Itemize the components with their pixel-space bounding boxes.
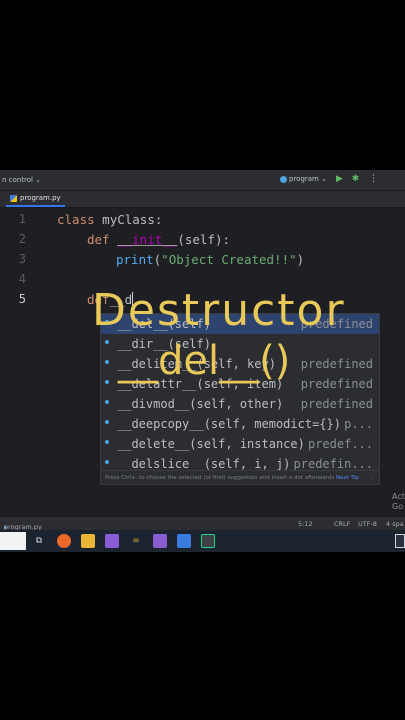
suggestion-item[interactable]: __delitem__(self, key) predefined [101, 354, 379, 374]
visual-studio-2-icon[interactable] [153, 534, 167, 548]
suggestion-type: p... [344, 417, 373, 431]
code-line-5[interactable]: def__d [87, 292, 134, 307]
suggestion-name: __delete__(self, instance) [117, 437, 305, 451]
suggestion-name: __delattr__(self, item) [117, 377, 284, 391]
method-icon [105, 320, 109, 324]
suggestion-item[interactable]: __delete__(self, instance) predef... [101, 434, 379, 454]
code-line-3[interactable]: print("Object Created!!") [116, 252, 304, 267]
method-icon [105, 460, 109, 464]
method-icon [105, 380, 109, 384]
method-icon [105, 400, 109, 404]
pycharm-icon[interactable] [201, 534, 215, 548]
suggestion-type: predefined [300, 357, 373, 371]
status-bar: ▸ program.py 5:12 CRLF UTF-8 4 spa [0, 516, 405, 531]
run-config-selector[interactable]: program ⌄ [280, 175, 327, 183]
keyword: def [87, 232, 110, 247]
suggestion-item[interactable]: __delattr__(self, item) predefined [101, 374, 379, 394]
line-number: 2 [18, 232, 26, 246]
python-file-icon [10, 194, 17, 202]
suggestion-item[interactable]: __deepcopy__(self, memodict={}) p... [101, 414, 379, 434]
run-config-label: program ⌄ [289, 175, 327, 183]
suggestion-name: __del__(self) [117, 317, 211, 331]
line-separator[interactable]: CRLF [334, 520, 350, 528]
windows-activation-watermark: Act Go t [392, 492, 405, 512]
watermark-line: Go t [392, 502, 405, 511]
code-text: __d [109, 292, 133, 307]
code-text: (self): [177, 232, 231, 247]
keyword: def [87, 292, 110, 307]
code-line-2[interactable]: def __init__(self): [87, 232, 230, 247]
suggestion-name: __divmod__(self, other) [117, 397, 284, 411]
file-encoding[interactable]: UTF-8 [358, 520, 377, 528]
suggestion-name: __deepcopy__(self, memodict={}) [117, 417, 341, 431]
text-caret [132, 292, 134, 306]
method-icon [105, 360, 109, 364]
teams-icon[interactable] [177, 534, 191, 548]
firefox-icon[interactable] [57, 534, 71, 548]
watermark-line: Act [392, 492, 405, 501]
indent-setting[interactable]: 4 spa [386, 520, 404, 528]
string-literal: "Object Created!!" [161, 252, 297, 267]
debug-icon[interactable]: ✱ [350, 174, 361, 185]
code-text: myClass: [94, 212, 163, 227]
run-icon[interactable]: ▶ [334, 174, 345, 185]
line-number-current: 5 [18, 292, 26, 306]
line-number: 3 [18, 252, 26, 266]
python-config-icon [280, 175, 287, 183]
notification-area[interactable] [395, 534, 405, 548]
code-line-1[interactable]: class myClass: [57, 212, 162, 227]
ide-window: n control ⌄ program ⌄ ▶ ✱ ⋮ program.py 1… [0, 170, 405, 552]
suggestion-item-selected[interactable]: __del__(self) predefined [101, 314, 379, 334]
suggestion-name: __delitem__(self, key) [117, 357, 276, 371]
method-icon [105, 340, 109, 344]
editor-tabs: program.py [0, 191, 405, 208]
method-icon [105, 440, 109, 444]
builtin-function: print [116, 252, 154, 267]
method-icon [105, 420, 109, 424]
suggestion-name: __dir__(self) [117, 337, 211, 351]
project-menu[interactable]: n control ⌄ [2, 176, 41, 184]
tab-program-py[interactable]: program.py [6, 191, 65, 207]
line-number: 4 [18, 272, 26, 286]
cursor-position[interactable]: 5:12 [298, 520, 313, 528]
file-explorer-icon[interactable] [81, 534, 95, 548]
more-options-icon[interactable]: ⋮ [368, 174, 379, 185]
suggestion-type: predefined [300, 397, 373, 411]
suggestion-item[interactable]: __dir__(self) [101, 334, 379, 354]
title-bar: n control ⌄ program ⌄ ▶ ✱ ⋮ [0, 170, 405, 191]
app-icon[interactable]: ∞ [129, 534, 143, 548]
popup-hint: Press Ctrl+. to choose the selected (or … [101, 470, 379, 484]
keyword: class [57, 212, 95, 227]
windows-taskbar: ⧉ ∞ [0, 530, 405, 552]
suggestion-type: predefin... [293, 457, 373, 471]
visual-studio-icon[interactable] [105, 534, 119, 548]
taskbar-search[interactable] [0, 532, 26, 550]
suggestion-name: __delslice__(self, i, j) [117, 457, 291, 471]
more-icon[interactable]: ⋮ [370, 471, 376, 485]
suggestion-item[interactable]: __divmod__(self, other) predefined [101, 394, 379, 414]
magic-method: __init__ [117, 232, 178, 247]
task-view-icon[interactable]: ⧉ [32, 534, 46, 548]
line-number: 1 [18, 212, 26, 226]
code-text: ) [296, 252, 305, 267]
suggestion-type: predef... [307, 437, 373, 451]
hint-text: Press Ctrl+. to choose the selected (or … [105, 475, 335, 481]
suggestion-type: predefined [300, 377, 373, 391]
suggestion-type: predefined [300, 317, 373, 331]
autocomplete-popup: __del__(self) predefined __dir__(self) __… [100, 313, 380, 485]
line-number-gutter: 1 2 3 4 5 [0, 208, 44, 552]
next-tip-link[interactable]: Next Tip [336, 475, 359, 481]
tab-label: program.py [20, 194, 61, 202]
